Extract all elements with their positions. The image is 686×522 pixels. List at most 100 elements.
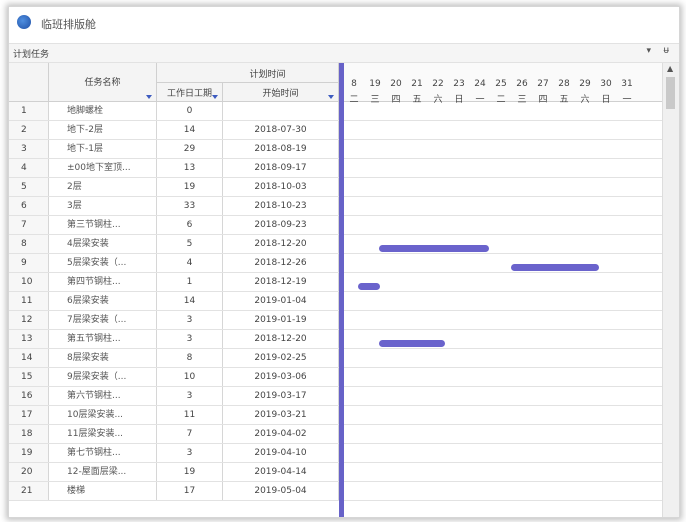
duration-cell[interactable]: 0	[157, 102, 223, 120]
row-number[interactable]: 7	[9, 216, 49, 234]
duration-cell[interactable]: 14	[157, 121, 223, 139]
table-row[interactable]: 7 第三节钢柱... 6 2018-09-23	[9, 216, 663, 235]
start-date-cell[interactable]: 2018-09-17	[223, 159, 339, 177]
table-row[interactable]: 14 8层梁安装 8 2019-02-25	[9, 349, 663, 368]
task-name-cell[interactable]: 5层梁安装（...	[49, 254, 157, 272]
start-date-cell[interactable]: 2018-12-20	[223, 330, 339, 348]
start-date-cell[interactable]: 2019-01-19	[223, 311, 339, 329]
task-name-cell[interactable]: 2层	[49, 178, 157, 196]
task-name-cell[interactable]: 第六节钢柱...	[49, 387, 157, 405]
task-name-cell[interactable]: 9层梁安装（...	[49, 368, 157, 386]
task-name-cell[interactable]: 第五节钢柱...	[49, 330, 157, 348]
row-number[interactable]: 3	[9, 140, 49, 158]
table-row[interactable]: 8 4层梁安装 5 2018-12-20	[9, 235, 663, 254]
duration-cell[interactable]: 19	[157, 178, 223, 196]
task-name-cell[interactable]: 楼梯	[49, 482, 157, 500]
task-name-cell[interactable]: 6层梁安装	[49, 292, 157, 310]
table-row[interactable]: 10 第四节钢柱... 1 2018-12-19	[9, 273, 663, 292]
duration-cell[interactable]: 29	[157, 140, 223, 158]
table-row[interactable]: 5 2层 19 2018-10-03	[9, 178, 663, 197]
start-date-cell[interactable]: 2018-10-03	[223, 178, 339, 196]
duration-cell[interactable]: 7	[157, 425, 223, 443]
start-date-cell[interactable]: 2019-04-14	[223, 463, 339, 481]
gantt-bar[interactable]	[511, 264, 599, 271]
table-row[interactable]: 20 12-屋面层梁... 19 2019-04-14	[9, 463, 663, 482]
start-date-cell[interactable]: 2019-04-10	[223, 444, 339, 462]
row-number[interactable]: 14	[9, 349, 49, 367]
row-number[interactable]: 6	[9, 197, 49, 215]
table-row[interactable]: 3 地下-1层 29 2018-08-19	[9, 140, 663, 159]
task-name-cell[interactable]: 7层梁安装（...	[49, 311, 157, 329]
row-number[interactable]: 5	[9, 178, 49, 196]
row-number[interactable]: 11	[9, 292, 49, 310]
start-date-cell[interactable]: 2019-04-02	[223, 425, 339, 443]
duration-cell[interactable]: 33	[157, 197, 223, 215]
table-row[interactable]: 18 11层梁安装... 7 2019-04-02	[9, 425, 663, 444]
task-name-cell[interactable]: 地下-2层	[49, 121, 157, 139]
duration-cell[interactable]: 1	[157, 273, 223, 291]
row-number[interactable]: 12	[9, 311, 49, 329]
column-header-task-name[interactable]: 任务名称	[49, 63, 157, 102]
duration-cell[interactable]: 6	[157, 216, 223, 234]
start-date-cell[interactable]: 2019-01-04	[223, 292, 339, 310]
task-name-cell[interactable]: 10层梁安装...	[49, 406, 157, 424]
start-date-cell[interactable]: 2019-02-25	[223, 349, 339, 367]
table-row[interactable]: 21 楼梯 17 2019-05-04	[9, 482, 663, 501]
task-name-cell[interactable]: 第七节钢柱...	[49, 444, 157, 462]
duration-cell[interactable]: 5	[157, 235, 223, 253]
duration-cell[interactable]: 14	[157, 292, 223, 310]
start-date-cell[interactable]: 2018-12-20	[223, 235, 339, 253]
panel-dropdown-icon[interactable]: ▾	[646, 46, 651, 56]
duration-cell[interactable]: 8	[157, 349, 223, 367]
table-row[interactable]: 6 3层 33 2018-10-23	[9, 197, 663, 216]
row-number[interactable]: 16	[9, 387, 49, 405]
column-header-duration[interactable]: 工作日工期	[157, 83, 223, 102]
table-row[interactable]: 2 地下-2层 14 2018-07-30	[9, 121, 663, 140]
row-number[interactable]: 1	[9, 102, 49, 120]
task-name-cell[interactable]: 12-屋面层梁...	[49, 463, 157, 481]
duration-cell[interactable]: 4	[157, 254, 223, 272]
task-name-cell[interactable]: 第三节钢柱...	[49, 216, 157, 234]
sort-icon[interactable]	[328, 95, 334, 99]
table-row[interactable]: 11 6层梁安装 14 2019-01-04	[9, 292, 663, 311]
duration-cell[interactable]: 3	[157, 444, 223, 462]
vertical-scrollbar[interactable]: ▲	[662, 63, 679, 517]
gantt-bar[interactable]	[379, 245, 489, 252]
start-date-cell[interactable]: 2018-08-19	[223, 140, 339, 158]
table-row[interactable]: 13 第五节钢柱... 3 2018-12-20	[9, 330, 663, 349]
row-number[interactable]: 17	[9, 406, 49, 424]
gantt-bar[interactable]	[358, 283, 380, 290]
start-date-cell[interactable]: 2018-10-23	[223, 197, 339, 215]
table-row[interactable]: 12 7层梁安装（... 3 2019-01-19	[9, 311, 663, 330]
row-number[interactable]: 21	[9, 482, 49, 500]
start-date-cell[interactable]: 2018-07-30	[223, 121, 339, 139]
column-header-start-date[interactable]: 开始时间	[223, 83, 339, 102]
table-row[interactable]: 15 9层梁安装（... 10 2019-03-06	[9, 368, 663, 387]
task-name-cell[interactable]: 地脚螺栓	[49, 102, 157, 120]
row-number[interactable]: 18	[9, 425, 49, 443]
sort-icon[interactable]	[212, 95, 218, 99]
start-date-cell[interactable]: 2018-12-26	[223, 254, 339, 272]
task-name-cell[interactable]: 4层梁安装	[49, 235, 157, 253]
row-number[interactable]: 20	[9, 463, 49, 481]
row-number[interactable]: 10	[9, 273, 49, 291]
duration-cell[interactable]: 13	[157, 159, 223, 177]
duration-cell[interactable]: 3	[157, 311, 223, 329]
table-row[interactable]: 19 第七节钢柱... 3 2019-04-10	[9, 444, 663, 463]
table-row[interactable]: 17 10层梁安装... 11 2019-03-21	[9, 406, 663, 425]
task-name-cell[interactable]: 11层梁安装...	[49, 425, 157, 443]
row-number[interactable]: 15	[9, 368, 49, 386]
row-number[interactable]: 19	[9, 444, 49, 462]
duration-cell[interactable]: 3	[157, 330, 223, 348]
task-name-cell[interactable]: ±00地下室顶...	[49, 159, 157, 177]
task-name-cell[interactable]: 3层	[49, 197, 157, 215]
row-number[interactable]: 8	[9, 235, 49, 253]
row-number[interactable]: 4	[9, 159, 49, 177]
start-date-cell[interactable]	[223, 102, 339, 120]
start-date-cell[interactable]: 2019-03-06	[223, 368, 339, 386]
start-date-cell[interactable]: 2019-03-17	[223, 387, 339, 405]
table-row[interactable]: 4 ±00地下室顶... 13 2018-09-17	[9, 159, 663, 178]
duration-cell[interactable]: 17	[157, 482, 223, 500]
task-name-cell[interactable]: 8层梁安装	[49, 349, 157, 367]
start-date-cell[interactable]: 2018-09-23	[223, 216, 339, 234]
